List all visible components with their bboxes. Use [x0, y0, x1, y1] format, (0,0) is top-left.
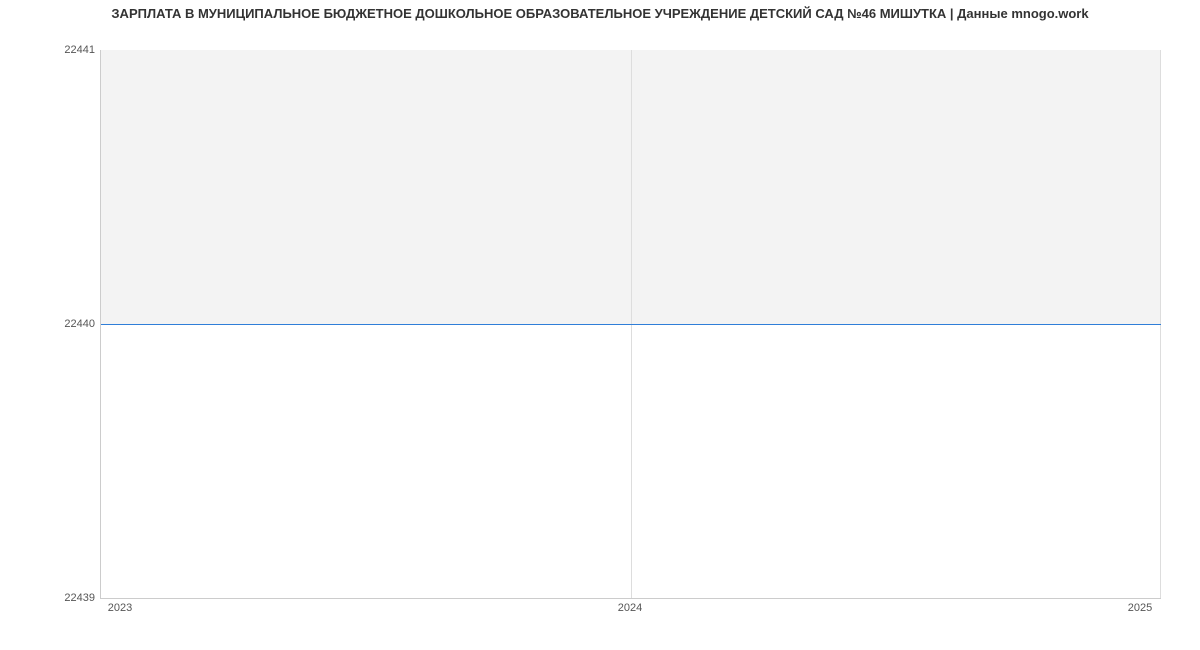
y-tick-top: 22441 — [45, 44, 95, 56]
plot-area — [100, 50, 1161, 599]
chart-title: ЗАРПЛАТА В МУНИЦИПАЛЬНОЕ БЮДЖЕТНОЕ ДОШКО… — [0, 6, 1200, 21]
series-line — [101, 324, 1161, 325]
x-tick-2025: 2025 — [1128, 602, 1152, 614]
x-tick-2024: 2024 — [618, 602, 642, 614]
y-tick-bottom: 22439 — [45, 592, 95, 604]
salary-chart: ЗАРПЛАТА В МУНИЦИПАЛЬНОЕ БЮДЖЕТНОЕ ДОШКО… — [0, 0, 1200, 650]
x-tick-2023: 2023 — [108, 602, 132, 614]
y-tick-mid: 22440 — [45, 318, 95, 330]
